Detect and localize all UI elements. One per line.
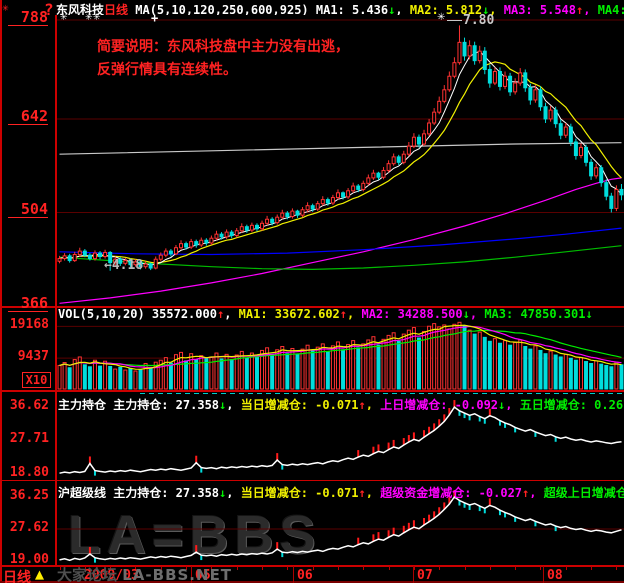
- volume-panel-header: VOL(5,10,20) 35572.000↑, MA1: 33672.602↑…: [58, 307, 624, 321]
- week-tick: [414, 566, 415, 570]
- week-tick: [287, 566, 288, 570]
- low-price-label: ←4.18: [104, 258, 143, 273]
- forum-watermark-cn: 大家论坛: [57, 566, 117, 583]
- axis-separator: [55, 15, 57, 566]
- indicator-axis-label: 19.00: [3, 553, 49, 567]
- indicator-axis-label: 27.62: [3, 521, 49, 535]
- volume-axis-label: 19168: [3, 318, 49, 332]
- week-tick: [465, 566, 466, 570]
- window-left-border: [0, 0, 2, 583]
- title-segment: 日线: [104, 3, 128, 15]
- volume-axis-label: 9437: [3, 350, 49, 364]
- week-tick: [262, 566, 263, 570]
- cjx-header-segment: 超级上日增减仓: -0.03: [544, 486, 624, 498]
- period-label[interactable]: 日线: [3, 567, 31, 583]
- week-tick: [389, 566, 390, 570]
- cjx-header-segment: 主力持仓: 27.358: [113, 486, 219, 498]
- period-up-triangle-icon[interactable]: ▲: [35, 565, 44, 583]
- week-tick: [540, 566, 541, 570]
- month-separator-tick: [543, 566, 544, 583]
- cjx-header-segment: ↑: [359, 486, 366, 498]
- cjx-header-segment: ,: [366, 486, 380, 498]
- indicator-axis-label: 18.80: [3, 466, 49, 480]
- title-segment: MA3: 5.548: [504, 3, 576, 15]
- week-tick: [591, 566, 592, 570]
- zlcc-header-segment: 当日增减仓: -0.071: [241, 398, 359, 410]
- vol-header-segment: VOL(5,10,20): [58, 307, 152, 321]
- zlcc-header-segment: 主力持仓: [58, 398, 113, 410]
- week-tick: [237, 566, 238, 570]
- indicator-axis-label: 27.71: [3, 432, 49, 446]
- price-axis-label: 788: [8, 10, 48, 26]
- main-force-panel-header: 主力持仓 主力持仓: 27.358↓, 当日增减仓: -0.071↑, 上日增减…: [58, 396, 624, 410]
- month-label[interactable]: 07: [417, 568, 433, 583]
- title-segment: ,: [583, 3, 597, 15]
- zlcc-header-segment: ,: [505, 398, 519, 410]
- vol-header-segment: MA3: 47850.301: [484, 307, 585, 321]
- indicator-axis-label: 36.62: [3, 399, 49, 413]
- week-tick: [439, 566, 440, 570]
- title-segment: ,: [489, 3, 503, 15]
- title-segment: ,: [395, 3, 409, 15]
- week-tick: [616, 566, 617, 570]
- vol-header-segment: ↑: [340, 307, 347, 321]
- month-label[interactable]: 08: [547, 568, 563, 583]
- month-separator-tick: [293, 566, 294, 583]
- indicator-axis-label: 36.25: [3, 489, 49, 503]
- volume-multiplier-badge: X10: [22, 372, 51, 388]
- title-segment: MA(5,10,120,250,600,925): [128, 3, 316, 15]
- zlcc-header-segment: 主力持仓: 27.358: [113, 398, 219, 410]
- vol-header-segment: ,: [470, 307, 484, 321]
- week-tick: [363, 566, 364, 570]
- help-cursor-icon: ?: [44, 0, 54, 19]
- week-tick: [490, 566, 491, 570]
- volume-chart[interactable]: [57, 320, 624, 390]
- zlcc-header-segment: ↑: [359, 398, 366, 410]
- zlcc-header-segment: ,: [366, 398, 380, 410]
- cjx-header-segment: ,: [226, 486, 240, 498]
- title-segment: MA2: 5.812: [410, 3, 482, 15]
- title-bar: 东风科技日线 MA(5,10,120,250,600,925) MA1: 5.4…: [56, 1, 624, 15]
- week-tick: [515, 566, 516, 570]
- forum-watermark-small: 大家论坛 LA-BBS.NET: [57, 564, 232, 583]
- zlcc-header-segment: 五日增减仓: 0.267: [520, 398, 624, 410]
- separator-vol-zlcc: [0, 390, 624, 392]
- vol-header-segment: ,: [347, 307, 361, 321]
- vol-header-segment: ↓: [463, 307, 470, 321]
- zlcc-header-segment: 上日增减仓: -0.092: [380, 398, 498, 410]
- peak-price-label: 7.80: [463, 13, 494, 28]
- vol-header-segment: ↓: [585, 307, 592, 321]
- vol-header-segment: MA1: 33672.602: [239, 307, 340, 321]
- title-segment: 东风科技: [56, 3, 104, 15]
- title-segment: MA4: 4.548: [598, 3, 624, 15]
- cjx-header-segment: ,: [529, 486, 543, 498]
- price-axis-label: 642: [8, 109, 48, 125]
- zlcc-header-segment: ,: [226, 398, 240, 410]
- peak-pointer-line: [447, 20, 462, 21]
- title-segment: MA1: 5.436: [316, 3, 388, 15]
- vol-header-segment: ,: [224, 307, 238, 321]
- price-axis-label: 366: [8, 296, 48, 312]
- separator-zlcc-cjx: [0, 480, 624, 481]
- cjx-header-segment: 当日增减仓: -0.071: [241, 486, 359, 498]
- super-line-panel-header: 沪超级线 主力持仓: 27.358↓, 当日增减仓: -0.071↑, 超级资金…: [58, 484, 624, 498]
- month-label[interactable]: 06: [297, 568, 313, 583]
- commentary-line-2: 反弹行情具有连续性。: [97, 59, 237, 79]
- forum-watermark-url: LA-BBS.NET: [122, 566, 232, 583]
- cjx-header-segment: 沪超级线: [58, 486, 113, 498]
- week-tick: [566, 566, 567, 570]
- vol-header-segment: MA2: 34288.500: [361, 307, 462, 321]
- week-tick: [338, 566, 339, 570]
- stock-chart-window: ✳ ? 东风科技日线 MA(5,10,120,250,600,925) MA1:…: [0, 0, 624, 583]
- cjx-header-segment: 超级资金增减仓: -0.027: [380, 486, 522, 498]
- commentary-line-1: 简要说明：东风科技盘中主力没有出逃，: [97, 36, 349, 56]
- vol-header-segment: 35572.000: [152, 307, 217, 321]
- price-axis-label: 504: [8, 202, 48, 218]
- flower-icon[interactable]: ✳: [2, 1, 9, 14]
